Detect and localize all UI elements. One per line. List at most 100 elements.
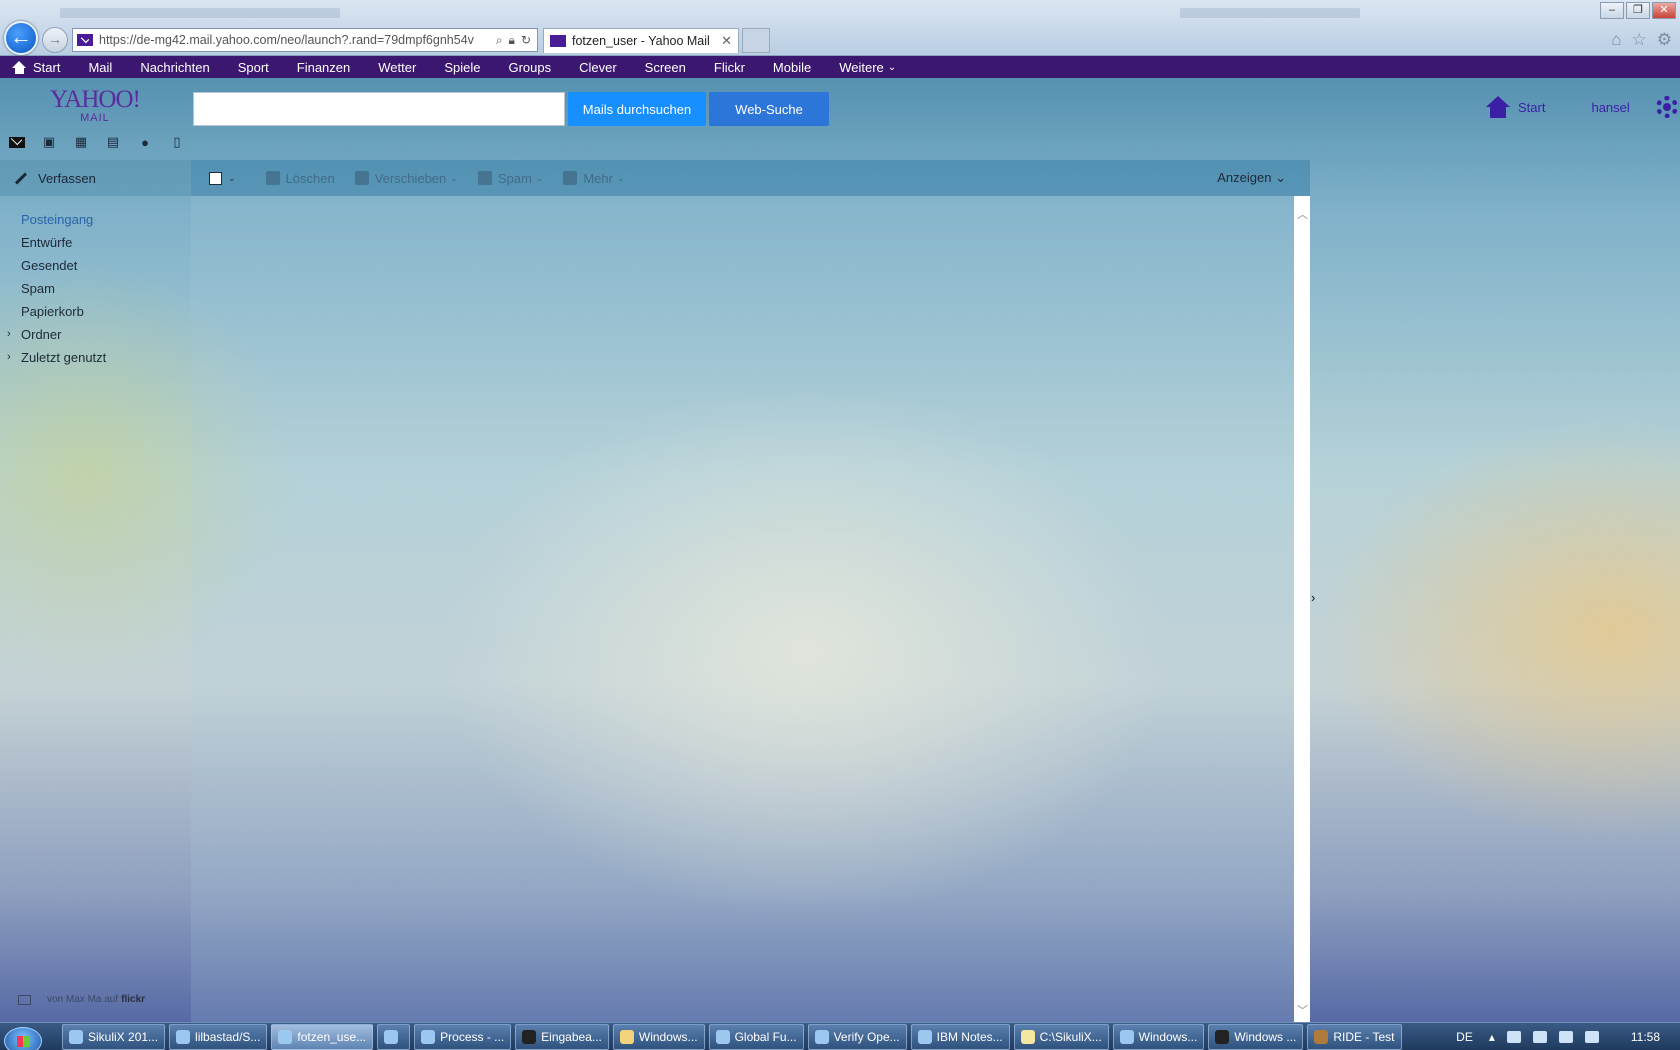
language-indicator[interactable]: DE xyxy=(1456,1030,1473,1044)
taskbar-item[interactable] xyxy=(377,1023,411,1050)
clock[interactable]: 11:58 xyxy=(1631,1030,1660,1044)
select-all-checkbox[interactable] xyxy=(209,171,222,185)
minimize-button[interactable]: – xyxy=(1600,2,1624,19)
expand-right-rail-icon[interactable]: › xyxy=(1311,590,1315,605)
taskbar-item[interactable]: Process - ... xyxy=(414,1023,512,1050)
browser-chrome: ← → https://de-mg42.mail.yahoo.com/neo/l… xyxy=(0,0,1680,56)
contacts-icon[interactable]: ▣ xyxy=(40,134,58,150)
back-button[interactable]: ← xyxy=(4,21,38,55)
taskbar-item[interactable]: Windows... xyxy=(612,1023,705,1050)
settings-gear-icon[interactable] xyxy=(1655,96,1678,118)
network-icon[interactable] xyxy=(1532,1031,1547,1043)
taskbar-item[interactable]: Windows... xyxy=(1112,1023,1205,1050)
nav-weitere[interactable]: Weitere ⌄ xyxy=(839,60,896,75)
nav-wetter[interactable]: Wetter xyxy=(378,60,416,75)
message-list-scrollbar[interactable]: ︿ ﹀ xyxy=(1294,196,1310,1022)
app-switcher: ▣ ▦ ▤ ● ▯ xyxy=(8,134,186,150)
messenger-icon[interactable]: ● xyxy=(136,134,154,150)
search-input[interactable] xyxy=(193,92,565,126)
yahoo-mail-logo[interactable]: YAHOO! MAIL xyxy=(50,87,141,124)
address-bar[interactable]: https://de-mg42.mail.yahoo.com/neo/launc… xyxy=(72,28,538,52)
notepad-icon[interactable]: ▤ xyxy=(104,134,122,150)
message-list-area[interactable] xyxy=(191,196,1294,1022)
delete-button[interactable]: Löschen xyxy=(265,171,335,186)
scroll-down-icon[interactable]: ﹀ xyxy=(1297,1002,1308,1018)
flag-icon[interactable] xyxy=(1558,1031,1573,1043)
maximize-button[interactable]: ❐ xyxy=(1626,2,1650,19)
yahoo-mail-favicon-icon xyxy=(550,35,566,47)
taskbar-item[interactable]: lilbastad/S... xyxy=(169,1023,268,1050)
taskbar-item-active[interactable]: fotzen_use... xyxy=(271,1023,374,1050)
nav-screen[interactable]: Screen xyxy=(645,60,686,75)
nav-start[interactable]: Start xyxy=(12,60,60,75)
nav-groups[interactable]: Groups xyxy=(508,60,551,75)
folder-spam[interactable]: Spam xyxy=(0,277,191,300)
username-link[interactable]: hansel xyxy=(1591,100,1629,115)
taskbar-item[interactable]: SikuliX 201... xyxy=(62,1023,166,1050)
taskbar-item[interactable]: Verify Ope... xyxy=(807,1023,907,1050)
move-button[interactable]: Verschieben ⌄ xyxy=(354,171,458,186)
nav-sport[interactable]: Sport xyxy=(238,60,269,75)
close-window-button[interactable]: ✕ xyxy=(1652,2,1676,19)
calendar-icon[interactable]: ▦ xyxy=(72,134,90,150)
taskbar-item[interactable]: C:\SikuliX... xyxy=(1013,1023,1109,1050)
search-icon[interactable]: ⌕ xyxy=(496,33,503,48)
home-icon[interactable]: ⌂ xyxy=(1611,30,1621,50)
new-tab-button[interactable] xyxy=(742,28,770,53)
chevron-down-icon[interactable]: ⌄ xyxy=(228,173,236,184)
compose-button[interactable]: Verfassen xyxy=(0,160,191,196)
chevron-right-icon[interactable]: › xyxy=(7,351,11,363)
app-icon xyxy=(384,1029,399,1044)
address-url[interactable]: https://de-mg42.mail.yahoo.com/neo/launc… xyxy=(99,33,496,47)
nav-finanzen[interactable]: Finanzen xyxy=(297,60,350,75)
volume-icon[interactable] xyxy=(1584,1031,1599,1043)
nav-mail[interactable]: Mail xyxy=(88,60,112,75)
start-button[interactable] xyxy=(4,1026,42,1050)
favorites-star-icon[interactable]: ☆ xyxy=(1632,30,1647,50)
folder-sent[interactable]: Gesendet xyxy=(0,254,191,277)
chevron-down-icon: ⌄ xyxy=(535,172,544,183)
view-dropdown[interactable]: Anzeigen ⌄ xyxy=(1217,170,1286,186)
nav-nachrichten[interactable]: Nachrichten xyxy=(140,60,209,75)
home-link[interactable]: Start xyxy=(1518,100,1545,115)
scroll-up-icon[interactable]: ︿ xyxy=(1297,206,1308,222)
image-icon xyxy=(18,994,31,1005)
folder-recent[interactable]: › Zuletzt genutzt xyxy=(0,346,191,369)
taskbar-item[interactable]: Global Fu... xyxy=(708,1023,804,1050)
spam-button[interactable]: Spam ⌄ xyxy=(477,171,544,186)
home-icon[interactable] xyxy=(1486,96,1510,118)
nav-flickr[interactable]: Flickr xyxy=(714,60,745,75)
taskbar-item[interactable]: Windows ... xyxy=(1208,1023,1304,1050)
folder-inbox[interactable]: Posteingang xyxy=(0,208,191,231)
chevron-right-icon[interactable]: › xyxy=(7,328,11,340)
forward-button[interactable]: → xyxy=(42,27,68,53)
web-search-button[interactable]: Web-Suche xyxy=(709,92,829,126)
taskbar-item[interactable]: RIDE - Test xyxy=(1307,1023,1402,1050)
browser-toolbar-icons: ⌂ ☆ ⚙ xyxy=(1611,30,1672,50)
nav-clever[interactable]: Clever xyxy=(579,60,617,75)
background-credit[interactable]: von Max Ma auf flickr xyxy=(18,994,145,1005)
search-mail-button[interactable]: Mails durchsuchen xyxy=(568,92,706,126)
console-icon xyxy=(522,1029,537,1044)
header-user-area: Start hansel xyxy=(1486,96,1678,118)
mobile-icon[interactable]: ▯ xyxy=(168,134,186,150)
browser-tab-active[interactable]: fotzen_user - Yahoo Mail ✕ xyxy=(543,28,739,53)
taskbar-item[interactable]: IBM Notes... xyxy=(910,1023,1010,1050)
trash-icon xyxy=(265,171,280,185)
nav-spiele[interactable]: Spiele xyxy=(444,60,480,75)
folder-ordner[interactable]: › Ordner xyxy=(0,323,191,346)
nav-mobile[interactable]: Mobile xyxy=(773,60,811,75)
folder-drafts[interactable]: Entwürfe xyxy=(0,231,191,254)
lock-icon[interactable]: 🔒︎ xyxy=(509,33,515,48)
globe-icon xyxy=(715,1029,730,1044)
mail-icon[interactable] xyxy=(8,134,26,150)
close-tab-icon[interactable]: ✕ xyxy=(721,33,732,49)
refresh-icon[interactable]: ↻ xyxy=(521,33,531,48)
folder-trash[interactable]: Papierkorb xyxy=(0,300,191,323)
show-hidden-icons-icon[interactable]: ▴ xyxy=(1489,1030,1495,1044)
taskbar-item[interactable]: Eingabea... xyxy=(515,1023,609,1050)
more-button[interactable]: Mehr ⌄ xyxy=(563,171,625,186)
mail-notification-icon[interactable] xyxy=(1506,1031,1521,1043)
settings-gear-icon[interactable]: ⚙ xyxy=(1657,30,1672,50)
compose-label: Verfassen xyxy=(38,170,96,186)
